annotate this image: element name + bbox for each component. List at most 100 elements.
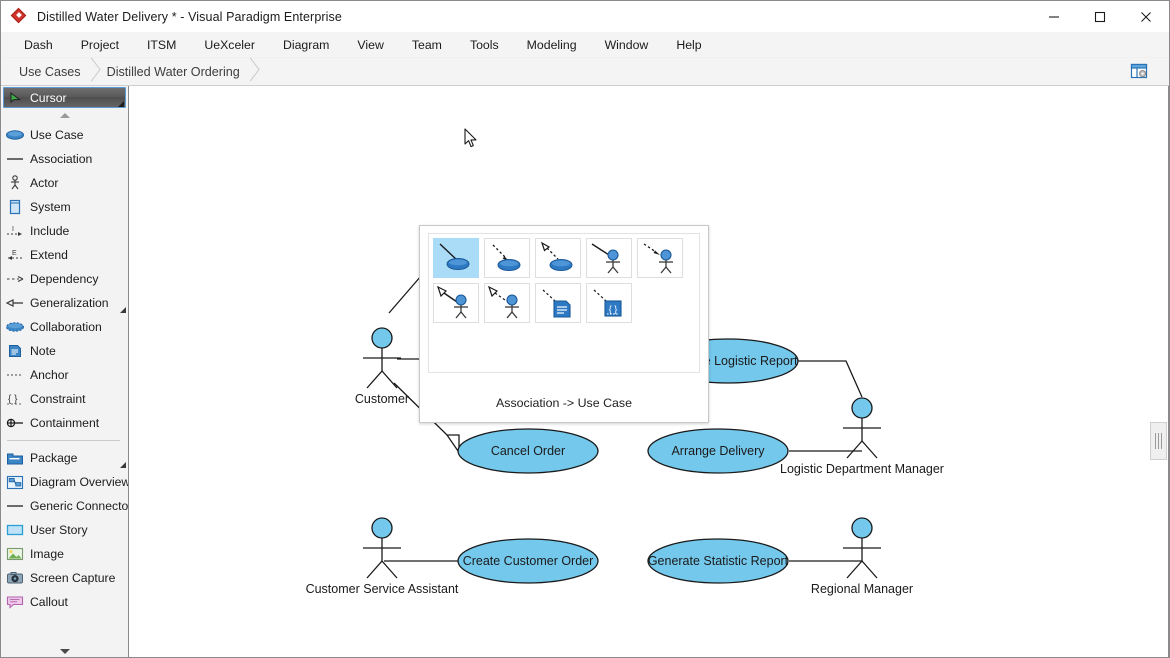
menu-item-window[interactable]: Window (591, 34, 663, 56)
palette-item-association[interactable]: Association (1, 147, 128, 171)
close-button[interactable] (1123, 1, 1169, 32)
tile-association-to-actor[interactable] (586, 238, 632, 278)
menu-item-view[interactable]: View (343, 34, 397, 56)
palette-expand-corner-icon (118, 101, 124, 107)
tile-association-to-use-case[interactable] (433, 238, 479, 278)
diagram-palette: Cursor Use Case Association Actor System… (1, 86, 129, 657)
palette-expand-corner-icon (120, 307, 126, 313)
palette-item-constraint[interactable]: { } Constraint (1, 387, 128, 411)
menu-item-tools[interactable]: Tools (456, 34, 513, 56)
actor-regional-manager: Regional Manager (811, 517, 913, 596)
tile-reverse-directed-association-to-use-case[interactable] (535, 238, 581, 278)
svg-text:{ }: { } (609, 304, 618, 314)
palette-item-extend[interactable]: E Extend (1, 243, 128, 267)
menu-item-uexceler[interactable]: UeXceler (190, 34, 269, 56)
panel-collapse-handle[interactable] (1150, 422, 1167, 460)
palette-item-label: Cursor (30, 90, 67, 105)
package-folder-icon (4, 449, 26, 467)
palette-item-label: Image (30, 547, 64, 561)
generalization-arrow-icon (4, 294, 26, 312)
visual-paradigm-diamond-logo-icon (10, 7, 28, 25)
menu-item-modeling[interactable]: Modeling (513, 34, 591, 56)
palette-item-cursor[interactable]: Cursor (3, 87, 126, 108)
application-window: Distilled Water Delivery * - Visual Para… (0, 0, 1170, 658)
palette-item-anchor[interactable]: Anchor (1, 363, 128, 387)
breadcrumb-item-distilled-water-ordering[interactable]: Distilled Water Ordering (97, 58, 256, 85)
screen-capture-camera-icon (4, 569, 26, 587)
menu-item-help[interactable]: Help (662, 34, 715, 56)
palette-item-package[interactable]: Package (1, 446, 128, 470)
palette-item-generalization[interactable]: Generalization (1, 291, 128, 315)
actor-logistic-department-manager: Logistic Department Manager (780, 397, 944, 476)
use-case-arrange-delivery: Arrange Delivery (647, 428, 789, 474)
palette-item-label: Use Case (30, 128, 84, 142)
actor-label: Regional Manager (811, 582, 913, 596)
menu-item-dash[interactable]: Dash (10, 34, 67, 56)
use-case-cancel-order: Cancel Order (457, 428, 599, 474)
palette-scroll-down[interactable] (1, 641, 128, 657)
palette-item-label: Collaboration (30, 320, 102, 334)
menu-item-project[interactable]: Project (67, 34, 133, 56)
tile-directed-association-to-use-case[interactable] (484, 238, 530, 278)
popup-caption: Association -> Use Case (495, 396, 632, 410)
constraint-braces-icon: { } (4, 390, 26, 408)
palette-item-diagram-overview[interactable]: Diagram Overview (1, 470, 128, 494)
actor-customer-service-assistant: Customer Service Assistant (306, 517, 459, 596)
palette-item-label: User Story (30, 523, 88, 537)
palette-item-collaboration[interactable]: Collaboration (1, 315, 128, 339)
tile-anchor-to-constraint[interactable]: { } (586, 283, 632, 323)
menu-item-team[interactable]: Team (398, 34, 456, 56)
palette-item-label: Containment (30, 416, 100, 430)
palette-item-include[interactable]: I Include (1, 219, 128, 243)
palette-item-system[interactable]: System (1, 195, 128, 219)
palette-item-user-story[interactable]: User Story (1, 518, 128, 542)
use-case-label: Generate Statistic Report (648, 554, 789, 568)
include-arrow-icon: I (4, 222, 26, 240)
menu-item-itsm[interactable]: ITSM (133, 34, 190, 56)
maximize-button[interactable] (1077, 1, 1123, 32)
actor-label: Customer Service Assistant (306, 582, 459, 596)
palette-item-label: Callout (30, 595, 68, 609)
menu-bar: Dash Project ITSM UeXceler Diagram View … (1, 32, 1169, 58)
canvas-surface[interactable]: .uc{fill:#74c8ec;stroke:#1a1a1a;stroke-w… (129, 86, 1169, 657)
image-picture-icon (4, 545, 26, 563)
tile-reverse-association-to-actor[interactable] (433, 283, 479, 323)
anchor-dashed-line-icon (4, 366, 26, 384)
palette-item-image[interactable]: Image (1, 542, 128, 566)
palette-item-containment[interactable]: Containment (1, 411, 128, 435)
palette-expand-corner-icon (120, 462, 126, 468)
canvas-right-edge (1168, 86, 1169, 657)
palette-item-label: Actor (30, 176, 59, 190)
menu-item-diagram[interactable]: Diagram (269, 34, 343, 56)
palette-item-label: Note (30, 344, 56, 358)
window-title: Distilled Water Delivery * - Visual Para… (37, 9, 342, 24)
containment-circle-plus-icon (4, 414, 26, 432)
palette-item-actor[interactable]: Actor (1, 171, 128, 195)
palette-item-screen-capture[interactable]: Screen Capture (1, 566, 128, 590)
palette-item-note[interactable]: Note (1, 339, 128, 363)
breadcrumb-item-use-cases[interactable]: Use Cases (9, 58, 97, 85)
tile-anchor-to-note[interactable] (535, 283, 581, 323)
resource-popup-palette[interactable]: { } Association -> Use Case (419, 225, 709, 423)
palette-item-dependency[interactable]: Dependency (1, 267, 128, 291)
palette-item-label: Association (30, 152, 93, 166)
breadcrumb-separator-icon (243, 58, 257, 85)
actor-customer: Customer (355, 327, 409, 406)
use-case-ellipse-icon (4, 126, 26, 144)
tile-directed-association-to-actor[interactable] (637, 238, 683, 278)
breadcrumb: Use Cases Distilled Water Ordering (9, 58, 256, 85)
svg-text:{ }: { } (8, 394, 18, 405)
diagram-canvas[interactable]: .uc{fill:#74c8ec;stroke:#1a1a1a;stroke-w… (129, 86, 1169, 657)
chevron-up-icon (59, 113, 70, 118)
window-panel-icon[interactable] (1129, 61, 1149, 81)
palette-scroll-up[interactable] (1, 108, 128, 123)
palette-item-callout[interactable]: Callout (1, 590, 128, 614)
palette-item-label: Screen Capture (30, 571, 116, 585)
palette-item-use-case[interactable]: Use Case (1, 123, 128, 147)
palette-item-label: Diagram Overview (30, 475, 129, 489)
tile-reverse-directed-association-to-actor[interactable] (484, 283, 530, 323)
palette-item-generic-connector[interactable]: Generic Connector (1, 494, 128, 518)
collaboration-ellipse-icon (4, 318, 26, 336)
palette-item-label: Dependency (30, 272, 99, 286)
minimize-button[interactable] (1031, 1, 1077, 32)
